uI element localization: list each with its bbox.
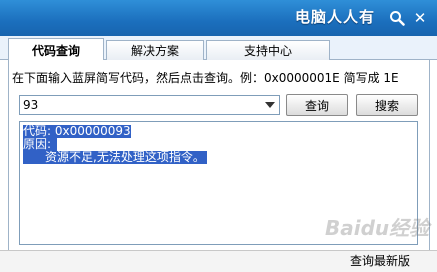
tab-strip: 代码查询 解决方案 支持中心 [0, 36, 437, 61]
app-title: 电脑人人有 [294, 8, 375, 26]
tab-support[interactable]: 支持中心 [206, 40, 330, 60]
query-button[interactable]: 查询 [286, 94, 348, 116]
tab-code-query[interactable]: 代码查询 [8, 38, 104, 61]
code-input[interactable]: 93 [19, 95, 280, 115]
update-link[interactable]: 查询最新版 [350, 252, 410, 269]
instruction-text: 在下面输入蓝屏简写代码，然后点击查询。例：0x0000001E 简写成 1E [12, 71, 399, 85]
tab-solution[interactable]: 解决方案 [106, 40, 204, 60]
close-icon[interactable]: ✕ [411, 9, 429, 27]
search-button[interactable]: 搜索 [356, 94, 418, 116]
result-reason-text: 资源不足,无法处理这项指令。 [23, 151, 207, 164]
chevron-down-icon[interactable] [265, 102, 275, 108]
code-input-value: 93 [23, 98, 39, 112]
title-bar: 电脑人人有 ✕ [0, 0, 437, 36]
magnifier-icon[interactable] [388, 9, 406, 27]
watermark: Baidu经验 [325, 216, 430, 240]
